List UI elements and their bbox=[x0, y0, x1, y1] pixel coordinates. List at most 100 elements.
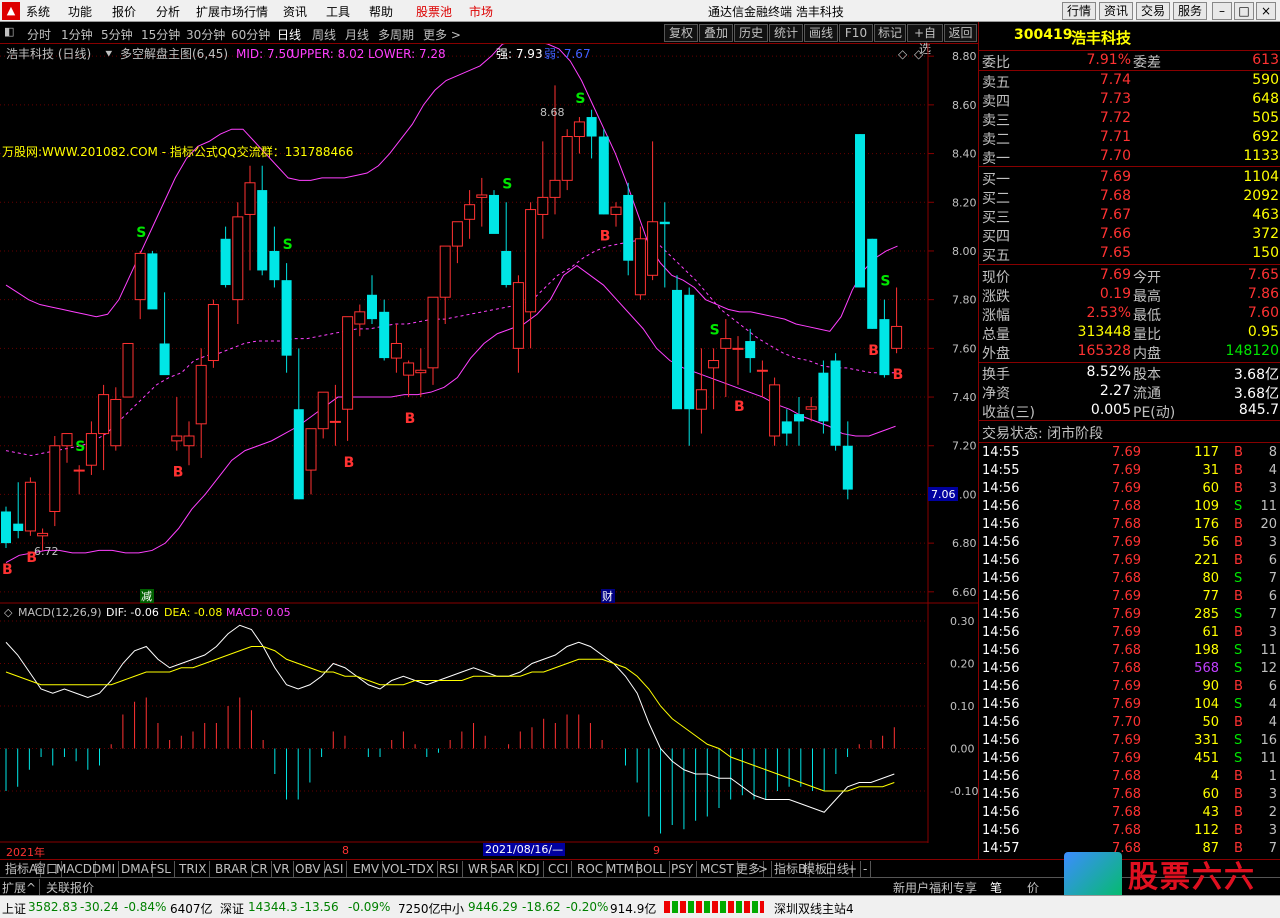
panel-toggle-icon[interactable]: ◧ bbox=[4, 25, 14, 38]
candle-body-down[interactable] bbox=[794, 414, 804, 422]
candle-body-up[interactable] bbox=[610, 206, 622, 215]
menu-quote[interactable]: 报价 bbox=[112, 3, 136, 20]
indicator-tab[interactable]: BRAR bbox=[212, 861, 252, 877]
menu-tools[interactable]: 工具 bbox=[326, 3, 350, 20]
candle-body-up[interactable] bbox=[805, 406, 817, 410]
index-zx-label[interactable]: 中小 bbox=[440, 900, 464, 917]
maximize-icon[interactable]: □ bbox=[1234, 2, 1254, 20]
candle-body-up[interactable] bbox=[317, 391, 329, 430]
top-button-quote[interactable]: 行情 bbox=[1062, 2, 1096, 20]
candle-body-up[interactable] bbox=[537, 196, 549, 215]
candle-body-down[interactable] bbox=[842, 445, 853, 490]
candle-body-down[interactable] bbox=[781, 421, 792, 434]
candle-body-down[interactable] bbox=[501, 250, 512, 286]
price-chart-svg[interactable]: 8.808.608.408.208.007.807.607.407.207.00… bbox=[0, 41, 978, 604]
indicator-tab[interactable]: KDJ bbox=[516, 861, 544, 877]
indicator-tab[interactable]: DMI bbox=[89, 861, 120, 877]
price-chart[interactable]: 8.80 8.60 8.40 8.20 8.00 7.80 7.60 7.40 7.20 7.00… bbox=[0, 41, 978, 604]
candle-body-down[interactable] bbox=[367, 294, 377, 320]
candle-body-up[interactable] bbox=[244, 182, 256, 215]
candle-body-up[interactable] bbox=[390, 342, 402, 359]
indicator-tab[interactable]: FSL bbox=[147, 861, 175, 877]
candle-body-down[interactable] bbox=[489, 194, 499, 234]
toolbar-button-history[interactable]: 历史 bbox=[734, 24, 768, 42]
index-sz-label[interactable]: 深证 bbox=[220, 900, 244, 917]
indicator-tab[interactable]: ASI bbox=[321, 861, 348, 877]
candle-body-down[interactable] bbox=[659, 221, 670, 225]
candle-body-up[interactable] bbox=[207, 304, 219, 362]
candle-body-up[interactable] bbox=[122, 342, 134, 398]
right-tab-ticks[interactable]: 笔 bbox=[990, 879, 1002, 896]
candle-body-up[interactable] bbox=[305, 428, 317, 471]
macd-chart-svg[interactable]: 0.30 0.20 0.10 0.00 -0.10 ◇ MACD(12,26,9) DI… bbox=[0, 604, 978, 858]
candle-body-up[interactable] bbox=[891, 325, 903, 349]
candle-body-up[interactable] bbox=[634, 238, 646, 296]
indicator-tab[interactable]: CR bbox=[248, 861, 272, 877]
candle-body-up[interactable] bbox=[769, 384, 781, 437]
candle-body-down[interactable] bbox=[13, 523, 24, 531]
candle-body-up[interactable] bbox=[512, 282, 524, 349]
candle-body-up[interactable] bbox=[329, 420, 341, 423]
candle-body-down[interactable] bbox=[379, 311, 390, 359]
ask-row[interactable]: 卖二 7.71 692 bbox=[979, 129, 1280, 148]
indicator-tab[interactable]: VR bbox=[270, 861, 294, 877]
settings-dot-icon[interactable]: ◇ bbox=[914, 47, 924, 61]
candle-body-up[interactable] bbox=[427, 296, 439, 369]
menu-ext-market[interactable]: 扩展市场行情 bbox=[196, 3, 268, 20]
ext-tab-related[interactable]: 关联报价 bbox=[46, 879, 94, 896]
right-tab-price[interactable]: 价 bbox=[1027, 879, 1039, 896]
candle-body-down[interactable] bbox=[147, 253, 158, 310]
candle-body-up[interactable] bbox=[549, 179, 561, 198]
bid-row[interactable]: 买三 7.67 463 bbox=[979, 207, 1280, 226]
toolbar-button-f10[interactable]: F10 bbox=[839, 24, 873, 42]
bid-row[interactable]: 买二 7.68 2092 bbox=[979, 188, 1280, 207]
period-tab-30min[interactable]: 30分钟 bbox=[186, 26, 225, 43]
ask-row[interactable]: 卖三 7.72 505 bbox=[979, 110, 1280, 129]
candle-body-down[interactable] bbox=[855, 134, 865, 288]
menu-function[interactable]: 功能 bbox=[68, 3, 92, 20]
candle-body-up[interactable] bbox=[232, 216, 244, 301]
close-icon[interactable]: × bbox=[1256, 2, 1276, 20]
candle-body-up[interactable] bbox=[342, 316, 354, 410]
ask-row[interactable]: 卖一 7.70 1133 bbox=[979, 148, 1280, 167]
candle-body-up[interactable] bbox=[756, 369, 768, 372]
minimize-icon[interactable]: – bbox=[1212, 2, 1232, 20]
macd-settings-icon[interactable]: ◇ bbox=[4, 606, 13, 619]
period-tab-intraday[interactable]: 分时 bbox=[27, 26, 51, 43]
candle-body-down[interactable] bbox=[269, 250, 280, 281]
candle-body-up[interactable] bbox=[73, 469, 85, 472]
macd-chart[interactable]: 0.30 0.20 0.10 0.00 -0.10 ◇ MACD(12,26,9) DI… bbox=[0, 604, 978, 858]
candle-body-down[interactable] bbox=[220, 238, 231, 286]
menu-analysis[interactable]: 分析 bbox=[156, 3, 180, 20]
period-tab-60min[interactable]: 60分钟 bbox=[231, 26, 270, 43]
new-user-benefit-link[interactable]: 新用户福利专享 bbox=[893, 879, 977, 896]
menu-stock-pool[interactable]: 股票池 bbox=[416, 3, 452, 20]
candle-body-up[interactable] bbox=[451, 221, 463, 247]
candle-body-down[interactable] bbox=[598, 136, 609, 215]
candle-body-up[interactable] bbox=[110, 398, 122, 447]
candle-body-up[interactable] bbox=[708, 360, 720, 369]
toolbar-button-back[interactable]: 返回 bbox=[944, 24, 977, 42]
candle-body-up[interactable] bbox=[720, 338, 732, 349]
bid-row[interactable]: 买一 7.69 1104 bbox=[979, 169, 1280, 188]
toolbar-button-stats[interactable]: 统计 bbox=[769, 24, 803, 42]
indicator-tab[interactable]: CCI bbox=[545, 861, 573, 877]
candle-body-up[interactable] bbox=[37, 532, 49, 537]
candle-body-up[interactable] bbox=[195, 364, 207, 425]
indicator-tab[interactable]: > bbox=[755, 861, 773, 877]
ext-tab-expand[interactable]: 扩展^ bbox=[2, 879, 41, 896]
top-button-news[interactable]: 资讯 bbox=[1099, 2, 1133, 20]
candle-body-up[interactable] bbox=[695, 389, 707, 410]
candle-body-up[interactable] bbox=[134, 252, 146, 301]
indicator-tab[interactable]: MCST bbox=[697, 861, 738, 877]
candle-body-up[interactable] bbox=[85, 433, 97, 466]
indicator-tab[interactable]: TRIX bbox=[176, 861, 211, 877]
menu-market[interactable]: 市场 bbox=[469, 3, 493, 20]
indicator-tab[interactable]: OBV bbox=[292, 861, 325, 877]
period-tab-daily[interactable]: 日线 bbox=[277, 26, 301, 43]
candle-body-up[interactable] bbox=[61, 433, 73, 447]
candle-body-down[interactable] bbox=[818, 372, 829, 422]
macd-title[interactable]: MACD(12,26,9) bbox=[18, 606, 102, 619]
candle-body-up[interactable] bbox=[98, 394, 110, 435]
indicator-tab[interactable]: RSI bbox=[436, 861, 463, 877]
